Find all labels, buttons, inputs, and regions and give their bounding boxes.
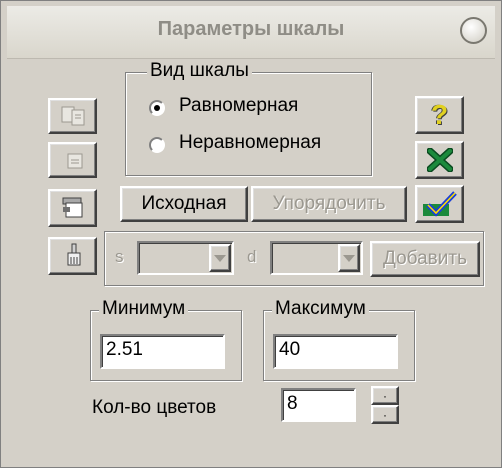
- minimum-legend: Минимум: [99, 298, 189, 320]
- paste-page-button[interactable]: [48, 142, 97, 178]
- spin-down-icon: ·: [383, 407, 387, 422]
- s-dropdown-button[interactable]: [209, 244, 231, 272]
- add-button-label: Добавить: [383, 248, 467, 269]
- minimum-input[interactable]: 2.51: [100, 334, 225, 369]
- nonuniform-label[interactable]: Неравномерная: [179, 132, 321, 154]
- chevron-down-icon: [343, 255, 355, 262]
- chevron-down-icon: [214, 255, 226, 262]
- copy-pages-icon: [61, 106, 85, 126]
- layer-icon: [62, 197, 83, 218]
- step-group: s d Добавить: [104, 231, 484, 286]
- paste-page-icon: [67, 153, 83, 169]
- colors-count-label: Кол-во цветов: [92, 397, 217, 418]
- title-bar[interactable]: Параметры шкалы: [7, 6, 495, 59]
- d-dropdown[interactable]: [270, 241, 363, 275]
- nonuniform-radio[interactable]: [149, 137, 165, 153]
- layers-button[interactable]: [48, 189, 97, 227]
- brush-button[interactable]: [48, 237, 97, 275]
- spin-down-button[interactable]: ·: [371, 405, 399, 424]
- spin-up-button[interactable]: ·: [371, 386, 399, 405]
- s-label: s: [115, 247, 124, 266]
- apply-check-icon: [422, 191, 457, 217]
- maximum-input[interactable]: 40: [273, 334, 398, 369]
- d-label: d: [247, 247, 257, 266]
- order-button-label: Упорядочить: [272, 193, 386, 214]
- s-dropdown[interactable]: [137, 241, 234, 275]
- scale-parameters-window: Параметры шкалы Вид шкалы Равномерная Не…: [0, 0, 502, 468]
- maximum-value: 40: [279, 339, 301, 360]
- scale-type-group: Вид шкалы Равномерная Неравномерная: [125, 60, 372, 176]
- window-title: Параметры шкалы: [157, 18, 345, 40]
- cancel-button[interactable]: [415, 141, 464, 179]
- d-dropdown-button[interactable]: [338, 244, 360, 272]
- close-window-button[interactable]: [460, 17, 487, 44]
- uniform-radio[interactable]: [149, 100, 165, 116]
- source-button[interactable]: Исходная: [120, 186, 248, 222]
- maximum-group: Максимум 40: [263, 298, 415, 381]
- add-button[interactable]: Добавить: [370, 241, 480, 277]
- source-button-label: Исходная: [141, 193, 227, 214]
- order-button[interactable]: Упорядочить: [251, 186, 407, 222]
- uniform-label[interactable]: Равномерная: [179, 95, 298, 117]
- colors-count-input[interactable]: 8: [281, 388, 356, 422]
- brush-icon: [67, 243, 81, 266]
- scale-type-legend: Вид шкалы: [147, 60, 252, 82]
- minimum-value: 2.51: [106, 339, 143, 360]
- minimum-group: Минимум 2.51: [90, 298, 242, 381]
- maximum-legend: Максимум: [272, 298, 369, 320]
- help-icon: ?: [430, 99, 449, 130]
- apply-button[interactable]: [415, 185, 464, 223]
- spin-up-icon: ·: [383, 388, 387, 403]
- copy-pages-button[interactable]: [48, 98, 97, 134]
- help-button[interactable]: ?: [415, 96, 464, 134]
- close-icon: [426, 148, 453, 172]
- colors-count-value: 8: [287, 393, 298, 414]
